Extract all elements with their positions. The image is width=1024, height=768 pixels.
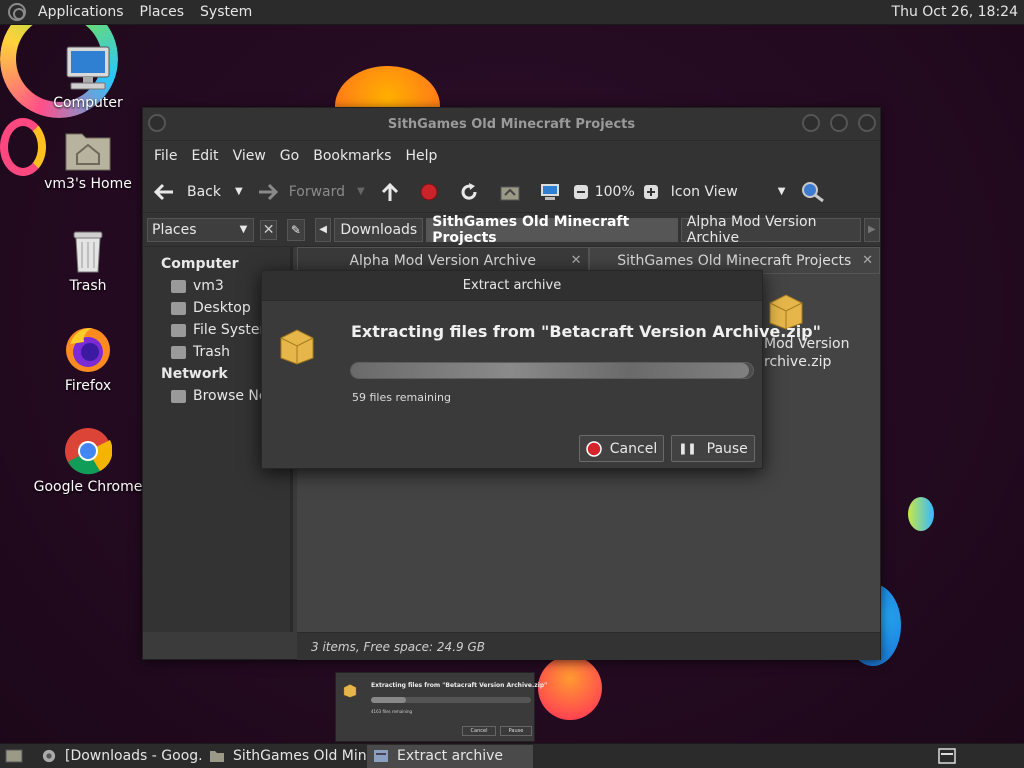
view-mode-select[interactable]: Icon View [671,184,738,200]
forward-button[interactable]: Forward [257,182,345,202]
forward-arrow-icon [258,183,278,200]
network-icon [171,389,186,403]
desktop-icon-home[interactable]: vm3's Home [33,128,143,192]
reload-icon[interactable] [459,182,479,202]
menu-view[interactable]: View [226,148,273,164]
trash-icon [171,345,186,359]
path-scroll-left-icon[interactable]: ◀ [314,217,332,242]
chrome-icon [42,749,56,763]
pause-icon: ❚❚ [678,442,697,455]
progress-fill [351,363,749,378]
archive-package-icon [280,329,314,365]
firefox-icon [66,328,110,372]
menu-file[interactable]: File [147,148,184,164]
places-menu[interactable]: Places [132,4,193,20]
status-bar: 3 items, Free space: 24.9 GB [297,632,880,660]
drive-icon [171,323,186,337]
view-mode-dropdown-icon[interactable]: ▼ [778,186,786,197]
home-folder-icon [65,133,111,171]
computer-icon [66,46,110,90]
zoom-out-icon[interactable] [573,184,589,200]
extraction-progress-bar [350,362,754,379]
close-tab-icon[interactable]: ✕ [571,253,582,268]
task-extract-archive[interactable]: Extract archive [367,744,533,768]
folder-icon [210,751,224,762]
search-icon[interactable] [801,181,825,203]
computer-icon[interactable] [539,182,561,202]
chevron-down-icon: ▼ [239,224,248,235]
desktop-folder-icon [171,301,186,315]
back-history-dropdown-icon[interactable]: ▼ [235,186,243,197]
toolbar: Back ▼ Forward ▼ 100% Icon View ▼ [143,171,880,213]
window-menu-button[interactable] [148,114,166,132]
breadcrumb-alpha-archive[interactable]: Alpha Mod Version Archive [680,214,861,246]
task-chrome-downloads[interactable]: [Downloads - Goog... [35,745,203,768]
breadcrumb-current[interactable]: SithGames Old Minecraft Projects [426,214,678,246]
desktop-icon-trash[interactable]: Trash [33,228,143,294]
zoom-in-icon[interactable] [643,184,659,200]
home-icon[interactable] [499,182,521,202]
workspace-switcher-icon[interactable] [938,748,956,764]
menu-go[interactable]: Go [273,148,306,164]
thumbnail-pause: Pause [500,726,532,736]
path-scroll-right-icon[interactable]: ▶ [863,217,880,242]
task-file-manager[interactable]: SithGames Old Min... [203,745,367,768]
pause-button[interactable]: ❚❚ Pause [671,435,755,462]
window-titlebar[interactable]: SithGames Old Minecraft Projects [143,108,880,141]
minimize-button[interactable] [802,114,820,132]
extract-archive-dialog: Extract archive Extracting files from "B… [261,270,821,469]
menu-bookmarks[interactable]: Bookmarks [306,148,398,164]
applications-menu[interactable]: Applications [30,4,132,20]
trash-icon [73,231,103,273]
desktop-icon-chrome[interactable]: Google Chrome [33,427,143,495]
menubar: File Edit View Go Bookmarks Help [143,141,880,171]
archive-package-icon [343,684,357,698]
desktop-icon-label: vm3's Home [44,176,132,192]
files-remaining-label: 59 files remaining [352,391,452,404]
top-panel: Applications Places System Thu Oct 26, 1… [0,0,1024,25]
desktop-icon-firefox[interactable]: Firefox [33,326,143,394]
chrome-icon [65,428,112,475]
forward-history-dropdown-icon[interactable]: ▼ [357,186,365,197]
show-desktop-icon[interactable] [5,748,23,764]
thumbnail-remaining: 4163 files remaining [371,709,413,714]
maximize-button[interactable] [830,114,848,132]
desktop-icon-label: Trash [69,278,107,294]
back-button[interactable]: Back [153,182,221,202]
menu-help[interactable]: Help [398,148,444,164]
close-sidebar-icon[interactable]: ✕ [260,219,277,240]
window-title: SithGames Old Minecraft Projects [387,116,636,132]
breadcrumb-downloads[interactable]: Downloads [334,217,424,242]
thumbnail-progress [371,697,531,703]
edit-location-icon[interactable]: ✎ [286,218,305,241]
back-arrow-icon [153,183,173,200]
thumbnail-cancel: Cancel [462,726,496,736]
close-tab-icon[interactable]: ✕ [862,253,873,268]
up-arrow-icon[interactable] [379,181,401,203]
stop-icon [586,440,602,457]
close-button[interactable] [858,114,876,132]
path-bar-row: Places ▼ ✕ ✎ ◀ Downloads SithGames Old M… [143,213,880,247]
archive-icon [374,750,388,762]
home-folder-icon [171,279,186,293]
menu-edit[interactable]: Edit [184,148,225,164]
dialog-heading: Extracting files from "Betacraft Version… [351,322,821,341]
places-selector[interactable]: Places ▼ [147,217,255,242]
system-menu[interactable]: System [192,4,260,20]
wallpaper-green-blob [908,497,934,531]
desktop-icon-label: Computer [53,95,123,111]
stop-icon[interactable] [419,182,439,202]
clock[interactable]: Thu Oct 26, 18:24 [892,4,1024,20]
thumbnail-heading: Extracting files from "Betacraft Version… [371,682,548,689]
window-preview-thumbnail[interactable]: Extracting files from "Betacraft Version… [335,672,547,742]
desktop-icon-label: Firefox [64,378,112,394]
desktop-icon-computer[interactable]: Computer [33,45,143,111]
zoom-level: 100% [594,183,635,200]
wallpaper-red-blob [538,656,602,720]
desktop-icon-label: Google Chrome [33,479,143,495]
taskbar: [Downloads - Goog... SithGames Old Min..… [0,743,1024,768]
cancel-button[interactable]: Cancel [579,435,664,462]
distro-logo-icon[interactable] [8,3,26,21]
dialog-title[interactable]: Extract archive [262,271,762,301]
